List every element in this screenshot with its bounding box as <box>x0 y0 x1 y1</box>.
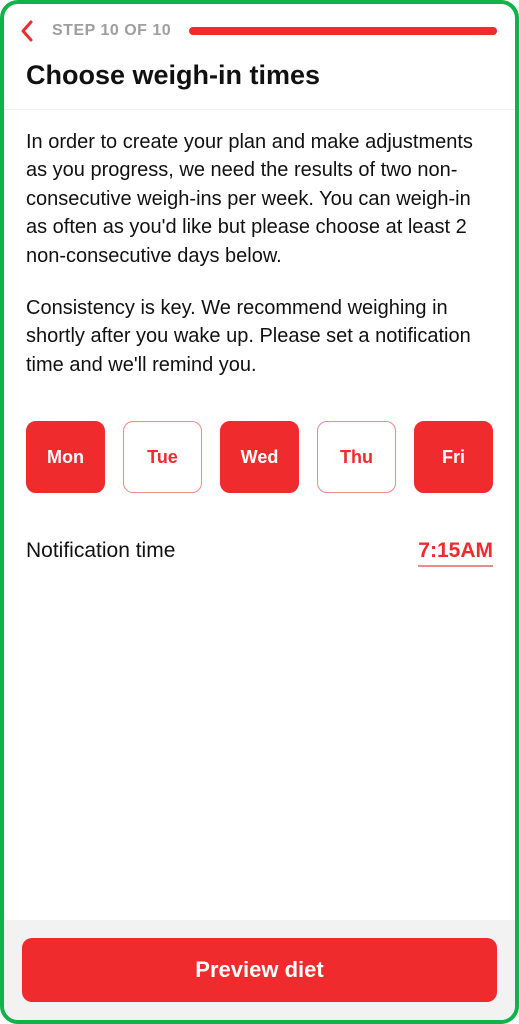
back-chevron-icon[interactable] <box>14 18 40 44</box>
step-counter: STEP 10 OF 10 <box>52 22 171 40</box>
day-label: Fri <box>442 447 465 468</box>
instruction-paragraph-1: In order to create your plan and make ad… <box>26 128 493 270</box>
page-title: Choose weigh-in times <box>4 54 515 109</box>
day-label: Tue <box>147 447 178 468</box>
day-picker: Mon Tue Wed Thu Fri <box>26 421 493 493</box>
day-label: Mon <box>47 447 84 468</box>
notification-time-row: Notification time 7:15AM <box>26 539 493 567</box>
instruction-paragraph-2: Consistency is key. We recommend weighin… <box>26 294 493 379</box>
day-chip-thu[interactable]: Thu <box>317 421 396 493</box>
progress-bar <box>189 27 497 35</box>
day-label: Wed <box>241 447 279 468</box>
notification-time-value[interactable]: 7:15AM <box>418 539 493 567</box>
footer: Preview diet <box>4 920 515 1020</box>
day-chip-tue[interactable]: Tue <box>123 421 202 493</box>
day-chip-fri[interactable]: Fri <box>414 421 493 493</box>
content-area: In order to create your plan and make ad… <box>4 110 515 920</box>
day-chip-wed[interactable]: Wed <box>220 421 299 493</box>
day-chip-mon[interactable]: Mon <box>26 421 105 493</box>
preview-diet-button[interactable]: Preview diet <box>22 938 497 1002</box>
app-frame: STEP 10 OF 10 Choose weigh-in times In o… <box>0 0 519 1024</box>
top-bar: STEP 10 OF 10 <box>4 4 515 54</box>
notification-time-label: Notification time <box>26 539 175 563</box>
day-label: Thu <box>340 447 373 468</box>
